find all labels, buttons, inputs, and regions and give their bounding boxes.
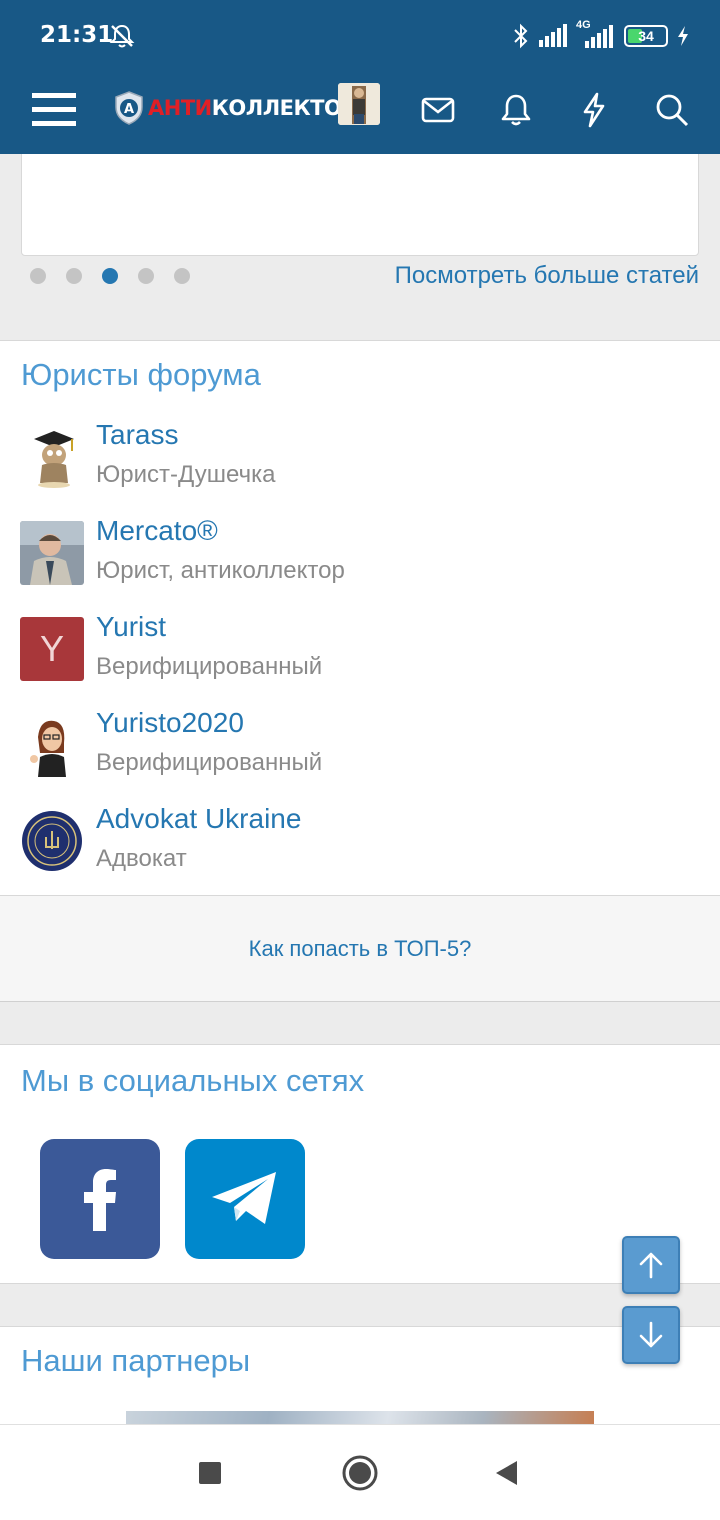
lawyer-avatar[interactable]	[20, 713, 84, 777]
carousel-dot[interactable]	[66, 268, 82, 284]
carousel-dot[interactable]	[30, 268, 46, 284]
search-button[interactable]	[644, 82, 700, 138]
whats-new-button[interactable]	[566, 82, 622, 138]
page-content: Посмотреть больше статей Юристы форума T…	[0, 154, 720, 1424]
lawyer-name[interactable]: Yurist	[96, 611, 166, 643]
lawyer-name[interactable]: Mercato®	[96, 515, 218, 547]
search-icon	[656, 94, 689, 127]
status-bar: 21:31 4G 34	[0, 0, 720, 70]
carousel-dot-active[interactable]	[102, 268, 118, 284]
back-button[interactable]	[480, 1447, 532, 1499]
social-title: Мы в социальных сетях	[21, 1063, 365, 1098]
lawyer-avatar[interactable]	[20, 809, 84, 873]
charging-icon	[678, 26, 688, 46]
lawyer-item[interactable]: Tarass Юрист-Душечка	[0, 419, 720, 495]
lawyers-title: Юристы форума	[21, 357, 261, 392]
site-logo[interactable]: А АНТИКОЛЛЕКТОР	[114, 86, 357, 130]
facebook-icon	[84, 1169, 116, 1231]
home-icon	[342, 1455, 378, 1491]
top5-link[interactable]: Как попасть в ТОП-5?	[0, 896, 720, 1002]
bluetooth-icon	[514, 23, 528, 49]
recents-button[interactable]	[184, 1447, 236, 1499]
logo-text-white: КОЛЛЕКТОР	[211, 96, 357, 120]
lawyer-role: Юрист-Душечка	[96, 461, 276, 488]
forum-lawyers-block: Юристы форума Tarass Юрист-Душечка Merca…	[0, 340, 720, 896]
article-carousel-card[interactable]	[21, 154, 699, 256]
partner-banner[interactable]	[126, 1411, 594, 1424]
lawyer-name[interactable]: Yuristo2020	[96, 707, 244, 739]
social-block: Мы в социальных сетях	[0, 1044, 720, 1284]
status-time: 21:31	[40, 22, 114, 48]
inbox-button[interactable]	[410, 82, 466, 138]
lawyer-item[interactable]: Mercato® Юрист, антиколлектор	[0, 515, 720, 591]
nav-bar: А АНТИКОЛЛЕКТОР	[0, 70, 720, 154]
lawyer-role: Юрист, антиколлектор	[96, 557, 345, 584]
carousel-dot[interactable]	[138, 268, 154, 284]
lawyer-item[interactable]: Yuristo2020 Верифицированный	[0, 707, 720, 783]
telegram-icon	[212, 1172, 276, 1224]
menu-button[interactable]	[26, 82, 82, 138]
home-button[interactable]	[334, 1447, 386, 1499]
partners-title: Наши партнеры	[21, 1343, 251, 1378]
scroll-bottom-button[interactable]	[622, 1306, 680, 1364]
alerts-button[interactable]	[488, 82, 544, 138]
recents-icon	[199, 1462, 221, 1484]
carousel-dots	[30, 268, 190, 284]
bell-icon	[501, 94, 531, 126]
lawyer-item[interactable]: Y Yurist Верифицированный	[0, 611, 720, 687]
logo-text-red: АНТИ	[148, 96, 212, 120]
signal-4g-icon: 4G	[576, 19, 616, 49]
scroll-top-button[interactable]	[622, 1236, 680, 1294]
lawyer-role: Верифицированный	[96, 653, 323, 680]
arrow-up-icon	[639, 1252, 663, 1279]
partners-block: Наши партнеры	[0, 1326, 720, 1424]
avatar-letter: Y	[39, 628, 64, 669]
mail-icon	[421, 97, 455, 123]
svg-text:А: А	[124, 102, 134, 117]
battery-icon: 34	[624, 25, 668, 47]
lawyer-avatar[interactable]: Y	[20, 617, 84, 681]
app-header: 21:31 4G 34 А АНТИКОЛЛЕКТОР	[0, 0, 720, 154]
lawyer-name[interactable]: Advokat Ukraine	[96, 803, 301, 835]
lawyer-role: Адвокат	[96, 845, 187, 872]
lawyer-role: Верифицированный	[96, 749, 323, 776]
telegram-button[interactable]	[185, 1139, 305, 1259]
lawyer-name[interactable]: Tarass	[96, 419, 178, 451]
signal-icon	[539, 24, 567, 47]
mute-icon	[109, 24, 135, 48]
shield-logo-icon: А	[115, 91, 143, 125]
lightning-icon	[583, 92, 605, 128]
lawyer-avatar[interactable]	[20, 425, 84, 489]
system-nav-bar	[0, 1424, 720, 1520]
menu-icon	[32, 93, 76, 126]
lawyer-avatar[interactable]	[20, 521, 84, 585]
facebook-button[interactable]	[40, 1139, 160, 1259]
status-icons: 4G 34	[512, 19, 690, 50]
arrow-down-icon	[639, 1321, 663, 1348]
more-articles-link[interactable]: Посмотреть больше статей	[395, 262, 699, 290]
user-avatar[interactable]	[338, 83, 380, 125]
carousel-dot[interactable]	[174, 268, 190, 284]
back-icon	[496, 1461, 517, 1485]
lawyer-item[interactable]: Advokat Ukraine Адвокат	[0, 803, 720, 879]
